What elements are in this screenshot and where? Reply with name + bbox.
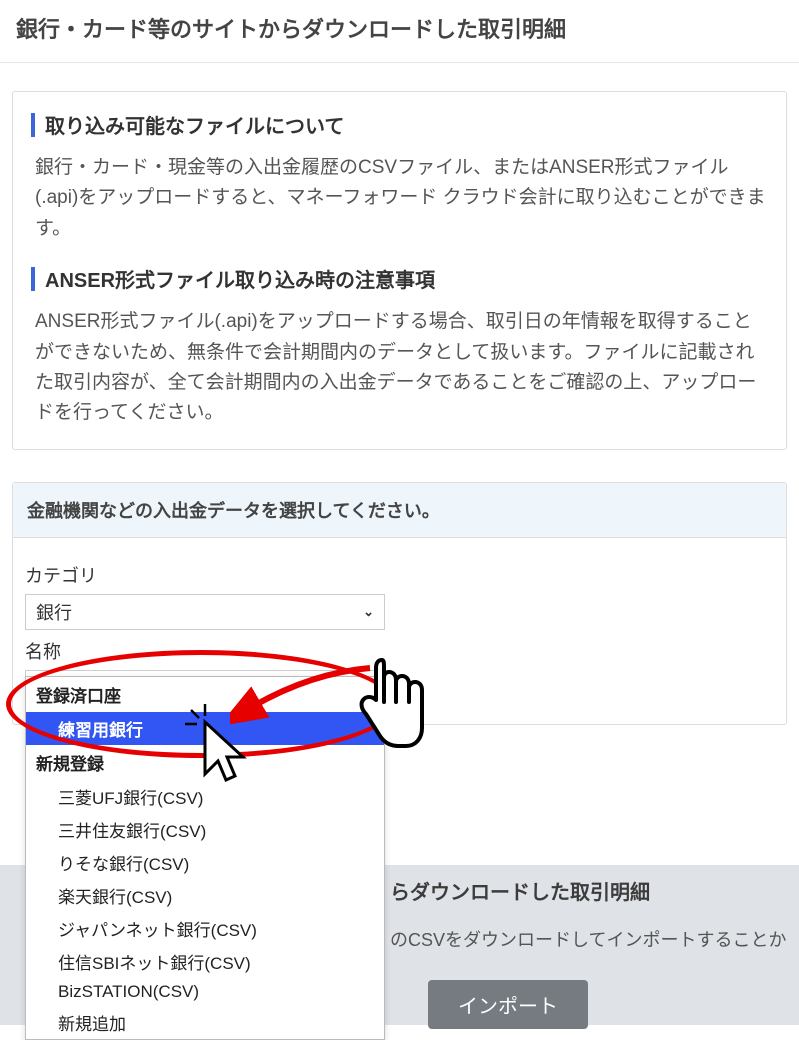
info-text-1: 銀行・カード・現金等の入出金履歴のCSVファイル、またはANSER形式ファイル(… bbox=[31, 153, 768, 244]
divider bbox=[0, 62, 799, 63]
name-dropdown: 登録済口座 練習用銀行 新規登録 三菱UFJ銀行(CSV) 三井住友銀行(CSV… bbox=[25, 676, 385, 1040]
select-panel-header: 金融機関などの入出金データを選択してください。 bbox=[13, 483, 786, 538]
accent-bar-icon bbox=[31, 267, 35, 291]
name-label: 名称 bbox=[25, 638, 774, 664]
background-subtext: のCSVをダウンロードしてインポートすることか bbox=[390, 926, 786, 952]
info-panel: 取り込み可能なファイルについて 銀行・カード・現金等の入出金履歴のCSVファイル… bbox=[12, 91, 787, 450]
accent-bar-icon bbox=[31, 113, 35, 137]
page-title: 銀行・カード等のサイトからダウンロードした取引明細 bbox=[0, 0, 799, 62]
dropdown-option-new-1[interactable]: 三井住友銀行(CSV) bbox=[26, 813, 384, 846]
dropdown-option-new-0[interactable]: 三菱UFJ銀行(CSV) bbox=[26, 780, 384, 813]
import-button[interactable]: インポート bbox=[428, 980, 588, 1029]
info-heading-2: ANSER形式ファイル取り込み時の注意事項 bbox=[31, 264, 768, 293]
dropdown-option-new-4[interactable]: ジャパンネット銀行(CSV) bbox=[26, 912, 384, 945]
info-heading-1-text: 取り込み可能なファイルについて bbox=[45, 110, 344, 139]
category-select[interactable]: 銀行 ⌄ bbox=[25, 594, 385, 630]
dropdown-group-new: 新規登録 bbox=[26, 745, 384, 780]
dropdown-option-new-6[interactable]: BizSTATION(CSV) bbox=[26, 978, 384, 1006]
dropdown-option-new-2[interactable]: りそな銀行(CSV) bbox=[26, 846, 384, 879]
dropdown-option-registered-0[interactable]: 練習用銀行 bbox=[26, 712, 384, 745]
chevron-down-icon: ⌄ bbox=[363, 604, 374, 620]
info-heading-2-text: ANSER形式ファイル取り込み時の注意事項 bbox=[45, 264, 435, 293]
info-heading-1: 取り込み可能なファイルについて bbox=[31, 110, 768, 139]
info-text-2: ANSER形式ファイル(.api)をアップロードする場合、取引日の年情報を取得す… bbox=[31, 307, 768, 429]
select-panel: 金融機関などの入出金データを選択してください。 カテゴリ 銀行 ⌄ 名称 練習用… bbox=[12, 482, 787, 725]
category-label: カテゴリ bbox=[25, 562, 774, 588]
dropdown-group-registered: 登録済口座 bbox=[26, 677, 384, 712]
select-panel-body: カテゴリ 銀行 ⌄ 名称 練習用銀行 ⌄ 登録済口座 練習用銀行 新規登録 三菱… bbox=[13, 538, 786, 724]
category-select-value: 銀行 bbox=[36, 599, 72, 625]
dropdown-option-new-5[interactable]: 住信SBIネット銀行(CSV) bbox=[26, 945, 384, 978]
background-title: らダウンロードした取引明細 bbox=[390, 876, 650, 905]
dropdown-option-new-7[interactable]: 新規追加 bbox=[26, 1006, 384, 1039]
dropdown-option-new-3[interactable]: 楽天銀行(CSV) bbox=[26, 879, 384, 912]
